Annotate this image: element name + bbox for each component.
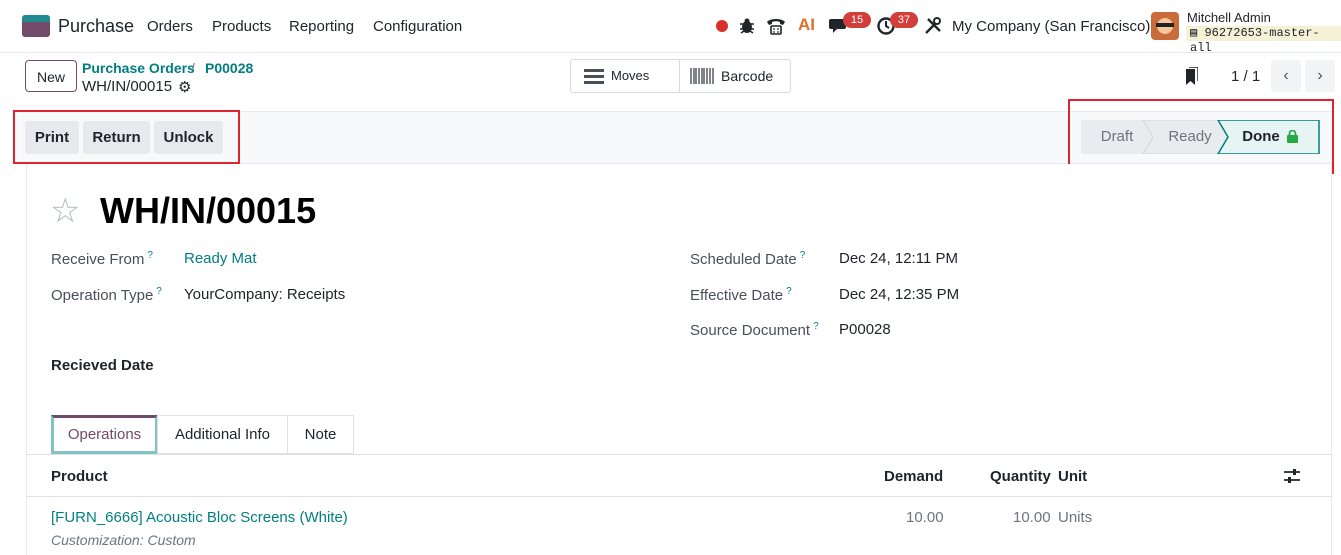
top-navbar: Purchase Orders Products Reporting Confi… (0, 0, 1341, 55)
menu-configuration[interactable]: Configuration (373, 18, 462, 35)
column-unit[interactable]: Unit (1058, 468, 1087, 485)
table-row-quantity[interactable]: 10.00 (1013, 509, 1051, 526)
menu-products[interactable]: Products (212, 18, 271, 35)
bug-icon[interactable] (739, 17, 755, 35)
star-icon[interactable]: ☆ (50, 193, 80, 229)
app-name[interactable]: Purchase (58, 16, 134, 37)
source-document-label: Source Document? (690, 321, 819, 339)
database-name: ▤ 96272653-master-all (1186, 26, 1341, 55)
activity-badge: 37 (890, 12, 918, 28)
highlight-stages (1068, 99, 1334, 174)
list-icon (584, 69, 604, 84)
operation-type-value[interactable]: YourCompany: Receipts (184, 286, 345, 303)
company-switcher[interactable]: My Company (San Francisco) (952, 18, 1150, 35)
effective-date-label: Effective Date? (690, 286, 792, 304)
table-row-demand[interactable]: 10.00 (906, 509, 944, 526)
column-demand[interactable]: Demand (884, 468, 943, 485)
tab-additional-info[interactable]: Additional Info (157, 415, 288, 454)
new-button[interactable]: New (25, 60, 77, 92)
header-divider (26, 496, 1332, 497)
bookmark-icon[interactable] (1186, 67, 1198, 85)
column-product[interactable]: Product (51, 468, 108, 485)
user-name[interactable]: Mitchell Admin (1187, 10, 1271, 25)
breadcrumb-separator: / (191, 60, 195, 76)
received-date-label: Recieved Date (51, 357, 154, 374)
scheduled-date-label: Scheduled Date? (690, 250, 806, 268)
highlight-actions (13, 110, 240, 164)
ai-icon[interactable]: AI (798, 15, 815, 35)
column-settings-icon[interactable] (1284, 468, 1300, 484)
column-quantity[interactable]: Quantity (990, 468, 1051, 485)
barcode-icon (690, 68, 714, 84)
breadcrumb-current: WH/IN/00015 (82, 78, 173, 95)
settings-tools-icon[interactable] (924, 17, 942, 35)
tab-operations[interactable]: Operations (51, 415, 158, 454)
breadcrumb-po[interactable]: P00028 (205, 60, 253, 76)
record-title: WH/IN/00015 (100, 190, 317, 231)
pager-next-button[interactable]: › (1305, 60, 1335, 92)
menu-orders[interactable]: Orders (147, 18, 193, 35)
table-row-customization: Customization: Custom (51, 532, 196, 548)
receive-from-value[interactable]: Ready Mat (184, 250, 257, 267)
scheduled-date-value[interactable]: Dec 24, 12:11 PM (839, 250, 958, 267)
source-document-value[interactable]: P00028 (839, 321, 891, 338)
chat-badge: 15 (843, 12, 871, 28)
moves-button[interactable]: Moves (570, 59, 680, 93)
effective-date-value[interactable]: Dec 24, 12:35 PM (839, 286, 959, 303)
pager-previous-button[interactable]: ‹ (1271, 60, 1301, 92)
pager-value[interactable]: 1 / 1 (1231, 68, 1260, 85)
phone-icon[interactable] (765, 16, 787, 36)
menu-reporting[interactable]: Reporting (289, 18, 354, 35)
database-icon: ▤ (1190, 26, 1205, 40)
tab-divider (26, 454, 1332, 455)
table-row-unit[interactable]: Units (1058, 509, 1092, 526)
record-icon[interactable] (716, 20, 728, 32)
barcode-button[interactable]: Barcode (679, 59, 791, 93)
receive-from-label: Receive From? (51, 250, 153, 268)
breadcrumb-purchase-orders[interactable]: Purchase Orders (82, 60, 195, 76)
user-avatar[interactable] (1151, 12, 1179, 40)
purchase-app-icon[interactable] (22, 15, 50, 37)
gear-icon[interactable]: ⚙ (178, 78, 191, 96)
operation-type-label: Operation Type? (51, 286, 162, 304)
table-row-product[interactable]: [FURN_6666] Acoustic Bloc Screens (White… (51, 509, 348, 526)
tab-note[interactable]: Note (287, 415, 354, 454)
